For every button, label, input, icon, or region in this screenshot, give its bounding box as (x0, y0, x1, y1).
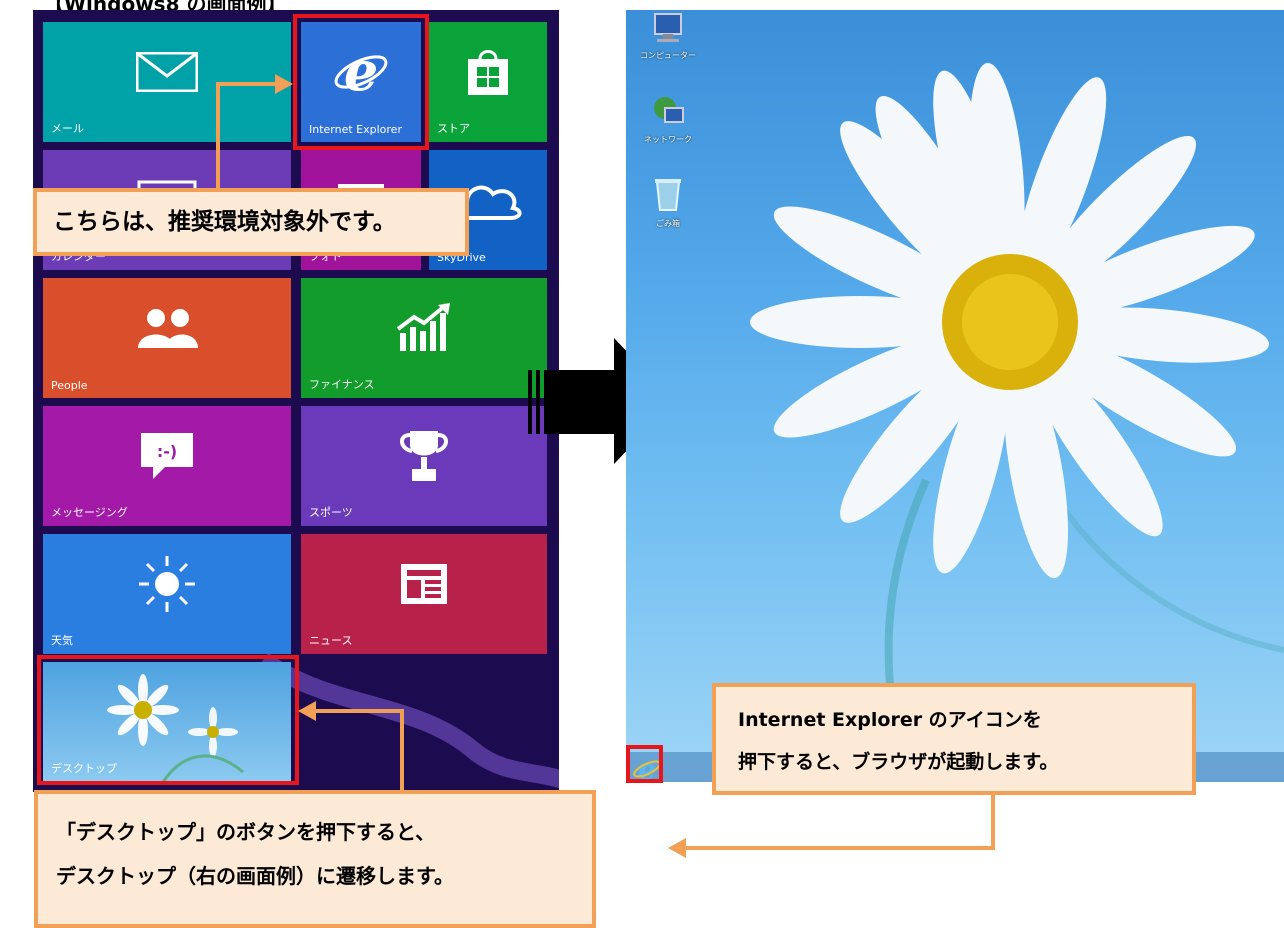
tile-store[interactable]: ストア (429, 22, 547, 142)
computer-icon (654, 13, 682, 42)
tile-news[interactable]: ニュース (301, 534, 547, 654)
callout-text-line-2: デスクトップ（右の画面例）に遷移します。 (56, 864, 454, 888)
desktop-icon-label: ネットワーク (644, 135, 692, 144)
news-icon (301, 534, 547, 634)
highlight-taskbar-ie (626, 745, 663, 783)
tile-messaging[interactable]: :-) メッセージング (43, 406, 291, 526)
mail-icon (43, 22, 291, 122)
callout-text-line-1: Internet Explorer のアイコンを (738, 709, 1042, 731)
messaging-icon: :-) (43, 406, 291, 506)
tile-weather[interactable]: 天気 (43, 534, 291, 654)
tile-label: 天気 (51, 634, 73, 647)
connector-line (400, 709, 404, 793)
highlight-desktop-tile (37, 655, 299, 785)
svg-text::-): :-) (157, 442, 177, 461)
connector-line (216, 82, 278, 86)
trophy-icon (301, 406, 547, 506)
desktop-icon-network[interactable]: ネットワーク (638, 94, 698, 145)
desktop-screen: コンピューター ネットワーク ごみ箱 e (626, 10, 1284, 782)
tile-finance[interactable]: ファイナンス (301, 278, 547, 398)
arrow-head-icon (275, 74, 293, 94)
callout-text-line-1: 「デスクトップ」のボタンを押下すると、 (56, 820, 436, 844)
tile-label: People (51, 379, 88, 392)
connector-line (991, 792, 995, 850)
tile-sports[interactable]: スポーツ (301, 406, 547, 526)
tile-label: ストア (437, 122, 470, 135)
tile-label: スポーツ (309, 506, 353, 519)
tile-label: メール (51, 122, 84, 135)
connector-line (216, 82, 220, 190)
daisy-wallpaper (750, 62, 1284, 782)
callout-text: こちらは、推奨環境対象外です。 (53, 209, 396, 235)
connector-line (314, 709, 404, 713)
store-icon (429, 22, 547, 122)
tile-people[interactable]: People (43, 278, 291, 398)
tile-label: メッセージング (51, 506, 128, 519)
network-icon (654, 97, 684, 123)
desktop-icon-computer[interactable]: コンピューター (638, 12, 698, 61)
people-icon (43, 278, 291, 378)
connector-line (684, 846, 995, 850)
tile-label: ファイナンス (309, 378, 375, 391)
desktop-icon-label: コンピューター (640, 51, 696, 60)
highlight-ie-tile (293, 14, 429, 150)
sun-icon (43, 534, 291, 634)
callout-ie-launch: Internet Explorer のアイコンを 押下すると、ブラウザが起動しま… (712, 683, 1196, 795)
callout-desktop-transition: 「デスクトップ」のボタンを押下すると、 デスクトップ（右の画面例）に遷移します。 (34, 790, 596, 928)
callout-text-line-2: 押下すると、ブラウザが起動します。 (738, 751, 1059, 773)
finance-chart-icon (301, 278, 547, 378)
arrow-head-icon (668, 838, 686, 858)
desktop-icon-label: ごみ箱 (656, 219, 680, 228)
arrow-head-icon (298, 701, 316, 721)
tile-label: ニュース (309, 634, 353, 647)
desktop-icon-recycle-bin[interactable]: ごみ箱 (638, 176, 698, 229)
callout-not-supported: こちらは、推奨環境対象外です。 (33, 188, 469, 256)
recycle-bin-icon (655, 179, 681, 211)
